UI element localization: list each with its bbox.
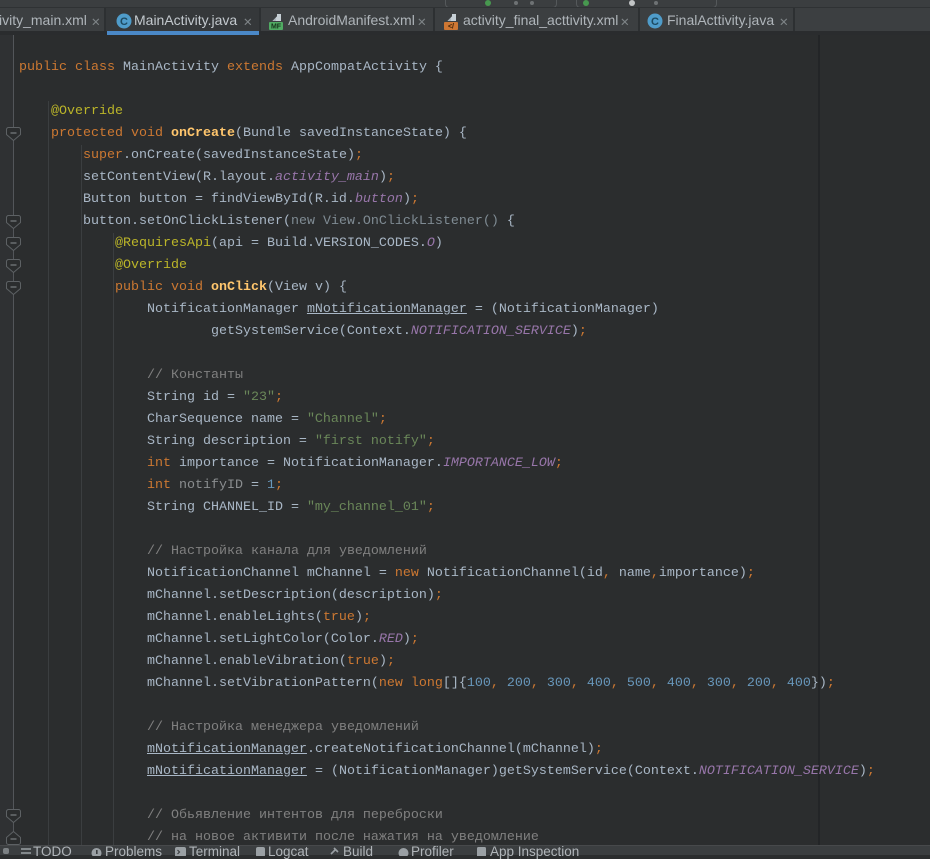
- svg-text:</: </: [448, 24, 454, 30]
- svg-text:C: C: [120, 16, 128, 28]
- svg-text:C: C: [651, 16, 659, 28]
- svg-text:MF: MF: [271, 24, 282, 30]
